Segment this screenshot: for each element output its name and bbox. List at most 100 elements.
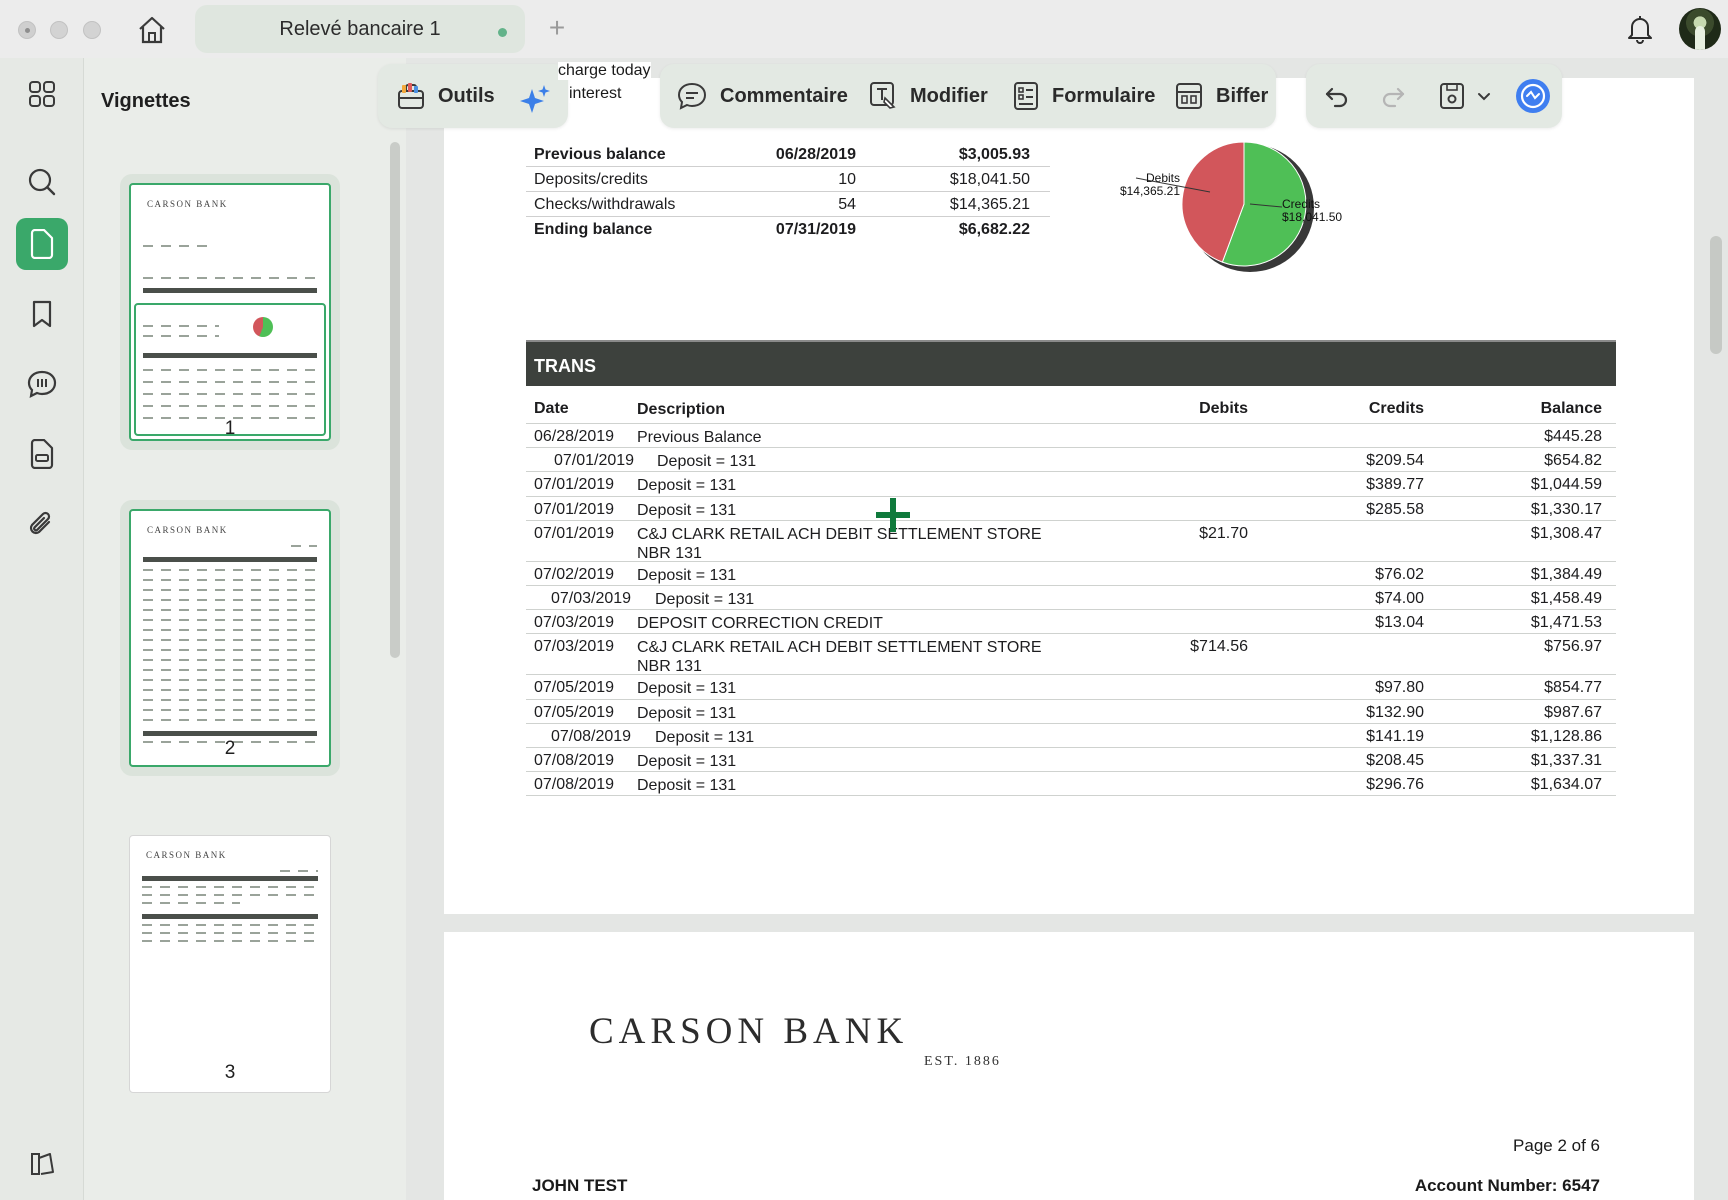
table-row: 07/03/2019 DEPOSIT CORRECTION CREDIT $13.0… <box>526 610 1616 635</box>
cell-desc: C&J CLARK RETAIL ACH DEBIT SETTLEMENT ST… <box>637 525 1042 562</box>
sidebar-toggle-icon <box>31 1153 54 1175</box>
history-tools-group <box>1306 64 1562 128</box>
undo-button[interactable] <box>1324 76 1362 116</box>
cell-debit: $21.70 <box>1199 524 1248 542</box>
zoom-window-button[interactable] <box>83 21 101 39</box>
cell-date: 07/08/2019 <box>534 776 615 794</box>
cell-balance: $1,384.49 <box>1530 565 1602 583</box>
search-button[interactable] <box>16 156 68 208</box>
document-tab[interactable]: Relevé bancaire 1 <box>195 5 525 53</box>
save-button[interactable] <box>1438 76 1478 116</box>
edit-text-icon <box>870 82 896 109</box>
table-row: 07/08/2019 Deposit = 131 $208.45 $1,337.31 <box>526 748 1616 773</box>
cell-date: 07/03/2019 <box>534 614 615 632</box>
page-number: Page 2 of 6 <box>1513 1136 1600 1155</box>
thumbnail-preview: CARSON BANK <box>129 835 331 1093</box>
cell-credit: $208.45 <box>1366 751 1424 769</box>
thumbnail-preview: CARSON BANK <box>129 509 331 767</box>
table-row: 07/01/2019 Deposit = 131 $389.77 $1,044.59 <box>526 472 1616 497</box>
cell-date: 07/08/2019 <box>534 751 615 769</box>
cell-date: 07/01/2019 <box>534 476 615 494</box>
pie-chart-svg <box>1135 141 1314 272</box>
cell-date: 07/01/2019 <box>534 500 615 518</box>
pie-credits-label: Credits $18,041.50 <box>1282 197 1343 224</box>
cell-credit: $285.58 <box>1366 500 1424 518</box>
account-number: Account Number: 6547 <box>1414 1176 1600 1195</box>
save-options-dropdown[interactable] <box>1476 76 1504 116</box>
bookmark-icon <box>32 300 52 328</box>
cell-balance: $1,471.53 <box>1530 614 1602 632</box>
table-row: 06/28/2019 Previous Balance $445.28 <box>526 424 1616 449</box>
redact-button[interactable]: Biffer <box>1174 76 1268 116</box>
bank-established: EST. 1886 <box>924 1054 1001 1069</box>
comments-button[interactable] <box>16 358 68 410</box>
table-row: 07/01/2019 Deposit = 131 $285.58 $1,330.17 <box>526 497 1616 521</box>
cell-desc: Deposit = 131 <box>655 728 755 746</box>
edit-button[interactable]: Modifier <box>868 76 988 116</box>
thumbnails-title: Vignettes <box>101 90 191 112</box>
table-row: 07/02/2019 Deposit = 131 $76.02 $1,384.49 <box>526 562 1616 586</box>
thumbnail-page-1[interactable]: CARSON BANK <box>120 174 340 450</box>
account-summary-table: Previous balance 06/28/2019 $3,005.93 De… <box>526 142 1050 242</box>
notifications-button[interactable] <box>1624 12 1656 46</box>
thumbnails-button[interactable] <box>16 218 68 270</box>
minimize-window-button[interactable] <box>50 21 68 39</box>
occluded-page-text: charge today <box>558 62 651 80</box>
table-row: 07/08/2019 Deposit = 131 $296.76 $1,634.07 <box>526 772 1616 797</box>
comment-list-icon <box>27 370 57 398</box>
cell-credit: $13.04 <box>1375 614 1424 632</box>
attachments-button[interactable] <box>16 498 68 550</box>
apps-grid-button[interactable] <box>16 68 68 120</box>
crosshair-cursor <box>876 498 910 532</box>
thumbnail-bank-name: CARSON BANK <box>147 199 228 209</box>
thumbnail-label: 1 <box>224 418 236 439</box>
table-row: 07/03/2019 Deposit = 131 $74.00 $1,458.49 <box>526 586 1616 611</box>
thumbnail-label: 3 <box>224 1062 236 1083</box>
thumbnails-scrollbar[interactable] <box>390 142 400 658</box>
unsaved-indicator <box>498 28 507 37</box>
redo-button[interactable] <box>1380 76 1418 116</box>
table-row: 07/05/2019 Deposit = 131 $132.90 $987.67 <box>526 700 1616 724</box>
document-scrollbar[interactable] <box>1710 236 1722 354</box>
sidebar-toggle-button[interactable] <box>16 1138 68 1190</box>
table-header-row: Date Description Debits Credits Balance <box>526 394 1616 424</box>
table-row: 07/01/2019 Deposit = 131 $209.54 $654.82 <box>526 448 1616 473</box>
thumbnail-page-2[interactable]: CARSON BANK <box>120 500 340 776</box>
comment-button[interactable]: Commentaire <box>676 76 848 116</box>
cell-credit: $74.00 <box>1375 589 1424 607</box>
ai-orb-icon <box>1516 79 1550 113</box>
close-window-button[interactable] <box>18 21 36 39</box>
ai-assistant-button[interactable] <box>518 80 564 120</box>
cell-balance: $1,458.49 <box>1530 589 1602 607</box>
home-button[interactable] <box>133 12 171 48</box>
customer-name: JOHN TEST <box>532 1176 628 1195</box>
cell-credit: $76.02 <box>1375 565 1424 583</box>
document-viewer[interactable]: Previous balance 06/28/2019 $3,005.93 De… <box>378 58 1728 1200</box>
forms-button[interactable] <box>16 428 68 480</box>
bookmarks-button[interactable] <box>16 288 68 340</box>
cell-credit: $132.90 <box>1366 703 1424 721</box>
cell-credit: $97.80 <box>1375 679 1424 697</box>
cell-credit: $209.54 <box>1366 452 1424 470</box>
cell-date: 07/08/2019 <box>551 727 632 745</box>
thumbnail-page-3[interactable]: CARSON BANK <box>120 826 340 1102</box>
pdf-page: Previous balance 06/28/2019 $3,005.93 De… <box>444 78 1694 914</box>
tools-button[interactable]: Outils <box>396 76 495 116</box>
grid-icon <box>29 81 55 107</box>
cell-balance: $1,634.07 <box>1530 776 1602 794</box>
document-tab-title: Relevé bancaire 1 <box>279 17 441 40</box>
debits-credits-pie-chart: Debits $14,365.21 Credits $18,041.50 <box>1084 138 1404 288</box>
user-avatar[interactable] <box>1679 8 1721 50</box>
form-button[interactable]: Formulaire <box>1012 76 1155 116</box>
pdf-page: CARSON BANK EST. 1886 Page 2 of 6 JOHN T… <box>444 932 1694 1200</box>
undo-icon <box>1325 87 1348 108</box>
cell-desc: Deposit = 131 <box>637 477 737 495</box>
new-tab-button[interactable]: + <box>543 14 571 42</box>
sparkle-icon <box>520 85 550 113</box>
table-row: 07/05/2019 Deposit = 131 $97.80 $854.77 <box>526 675 1616 700</box>
redact-icon <box>1176 83 1202 109</box>
ai-chat-button[interactable] <box>1514 76 1564 116</box>
occluded-page-text: interest <box>569 85 622 103</box>
left-icon-rail <box>0 58 84 1200</box>
transactions-table: Date Description Debits Credits Balance … <box>526 394 1616 797</box>
